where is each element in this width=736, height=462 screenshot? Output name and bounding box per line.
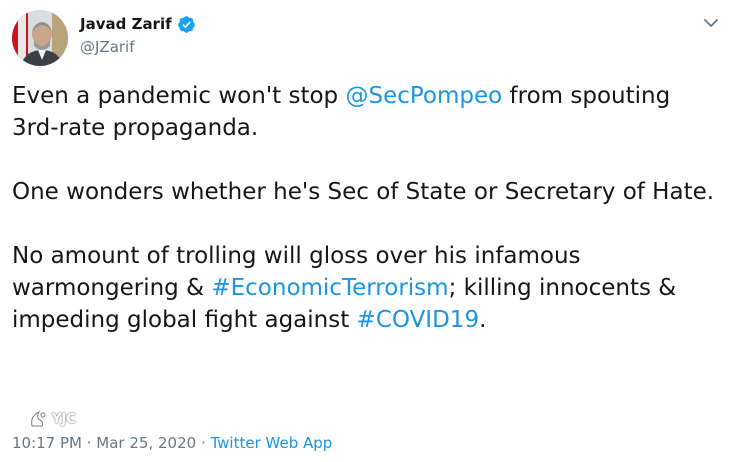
tweet-meta: 10:17 PM · Mar 25, 2020 · Twitter Web Ap… <box>12 434 332 452</box>
tweet-text: Even a pandemic won't stop @SecPompeo fr… <box>12 80 724 336</box>
meta-separator: · <box>81 434 97 452</box>
handle[interactable]: @JZarif <box>80 38 196 56</box>
tweet-paragraph-3: No amount of trolling will gloss over hi… <box>12 240 724 336</box>
tweet-paragraph-1: Even a pandemic won't stop @SecPompeo fr… <box>12 80 724 144</box>
yjc-watermark: YJC <box>28 406 104 432</box>
tweet-time[interactable]: 10:17 PM <box>12 434 82 452</box>
hashtag-covid19[interactable]: #COVID19 <box>357 307 480 333</box>
avatar-photo <box>12 10 68 66</box>
mention-secpompeo[interactable]: @SecPompeo <box>345 83 502 109</box>
tweet-card: Javad Zarif @JZarif Even a pandemic won'… <box>0 0 736 462</box>
hashtag-economicterrorism[interactable]: #EconomicTerrorism <box>211 275 448 301</box>
yjc-logo-icon <box>31 410 46 427</box>
author-block: Javad Zarif @JZarif <box>80 12 196 56</box>
chevron-down-icon[interactable] <box>700 12 722 34</box>
tweet-paragraph-2: One wonders whether he's Sec of State or… <box>12 179 715 205</box>
tweet-source-link[interactable]: Twitter Web App <box>210 434 332 452</box>
display-name[interactable]: Javad Zarif <box>80 15 172 33</box>
watermark-text: YJC <box>52 411 76 427</box>
avatar[interactable] <box>12 10 68 66</box>
verified-badge-icon <box>177 15 196 34</box>
text-segment: Even a pandemic won't stop <box>12 83 346 109</box>
text-segment: . <box>479 307 487 333</box>
meta-separator: · <box>196 434 211 452</box>
tweet-date[interactable]: Mar 25, 2020 <box>96 434 196 452</box>
